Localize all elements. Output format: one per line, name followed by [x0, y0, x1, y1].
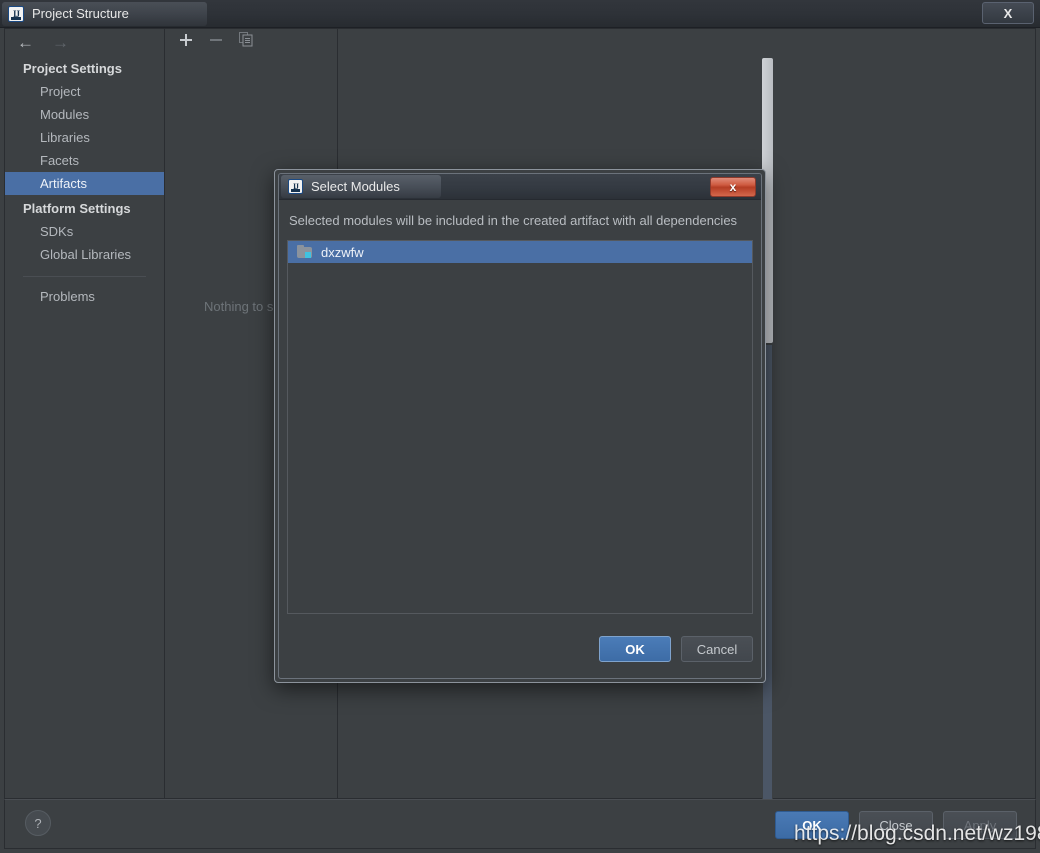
- ok-button[interactable]: OK: [775, 811, 849, 839]
- module-name-label: dxzwfw: [321, 244, 364, 260]
- footer-button-group: OK Close Apply: [775, 811, 1017, 839]
- sidebar-item-libraries[interactable]: Libraries: [5, 126, 164, 149]
- dialog-footer-bar: ? OK Close Apply: [4, 799, 1036, 849]
- list-item[interactable]: dxzwfw: [288, 241, 752, 263]
- close-button[interactable]: Close: [859, 811, 933, 839]
- dialog-close-icon[interactable]: x: [710, 177, 756, 197]
- select-modules-dialog: IJ Select Modules x Selected modules wil…: [274, 169, 766, 683]
- dialog-title: Select Modules: [311, 179, 400, 194]
- project-structure-window: IJ Project Structure X ← → Project Setti…: [0, 0, 1040, 853]
- module-list[interactable]: dxzwfw: [287, 240, 753, 614]
- settings-sidebar: ← → Project Settings Project Modules Lib…: [5, 29, 165, 798]
- sidebar-group-platform-settings: Platform Settings: [23, 201, 131, 216]
- help-button[interactable]: ?: [25, 810, 51, 836]
- sidebar-group-project-settings: Project Settings: [23, 61, 122, 76]
- artifacts-toolbar: [166, 29, 337, 55]
- dialog-inner-frame: IJ Select Modules x Selected modules wil…: [278, 173, 762, 679]
- remove-icon[interactable]: [209, 33, 223, 51]
- module-folder-icon: [297, 245, 313, 259]
- dialog-button-group: OK Cancel: [599, 636, 753, 662]
- sidebar-item-artifacts[interactable]: Artifacts: [5, 172, 164, 195]
- dialog-body: Selected modules will be included in the…: [287, 207, 753, 670]
- sidebar-divider: [23, 276, 146, 277]
- sidebar-item-modules[interactable]: Modules: [5, 103, 164, 126]
- dialog-titlebar: IJ Select Modules x: [279, 174, 761, 200]
- sidebar-item-global-libraries[interactable]: Global Libraries: [5, 243, 164, 266]
- sidebar-item-problems[interactable]: Problems: [5, 285, 164, 308]
- back-arrow-icon[interactable]: ←: [17, 34, 34, 51]
- sidebar-item-project[interactable]: Project: [5, 80, 164, 103]
- sidebar-nav-toolbar: ← →: [5, 29, 164, 55]
- copy-icon[interactable]: [239, 32, 253, 51]
- sidebar-item-facets[interactable]: Facets: [5, 149, 164, 172]
- dialog-ok-button[interactable]: OK: [599, 636, 671, 662]
- apply-button[interactable]: Apply: [943, 811, 1017, 839]
- add-icon[interactable]: [179, 33, 193, 51]
- dialog-cancel-button[interactable]: Cancel: [681, 636, 753, 662]
- window-title: Project Structure: [32, 6, 129, 21]
- intellij-idea-icon: IJ: [8, 5, 24, 22]
- window-close-button[interactable]: X: [982, 2, 1034, 24]
- dialog-description: Selected modules will be included in the…: [289, 213, 738, 228]
- window-titlebar: IJ Project Structure X: [0, 0, 1040, 28]
- intellij-idea-icon: IJ: [288, 179, 303, 194]
- forward-arrow-icon[interactable]: →: [52, 34, 69, 51]
- sidebar-item-sdks[interactable]: SDKs: [5, 220, 164, 243]
